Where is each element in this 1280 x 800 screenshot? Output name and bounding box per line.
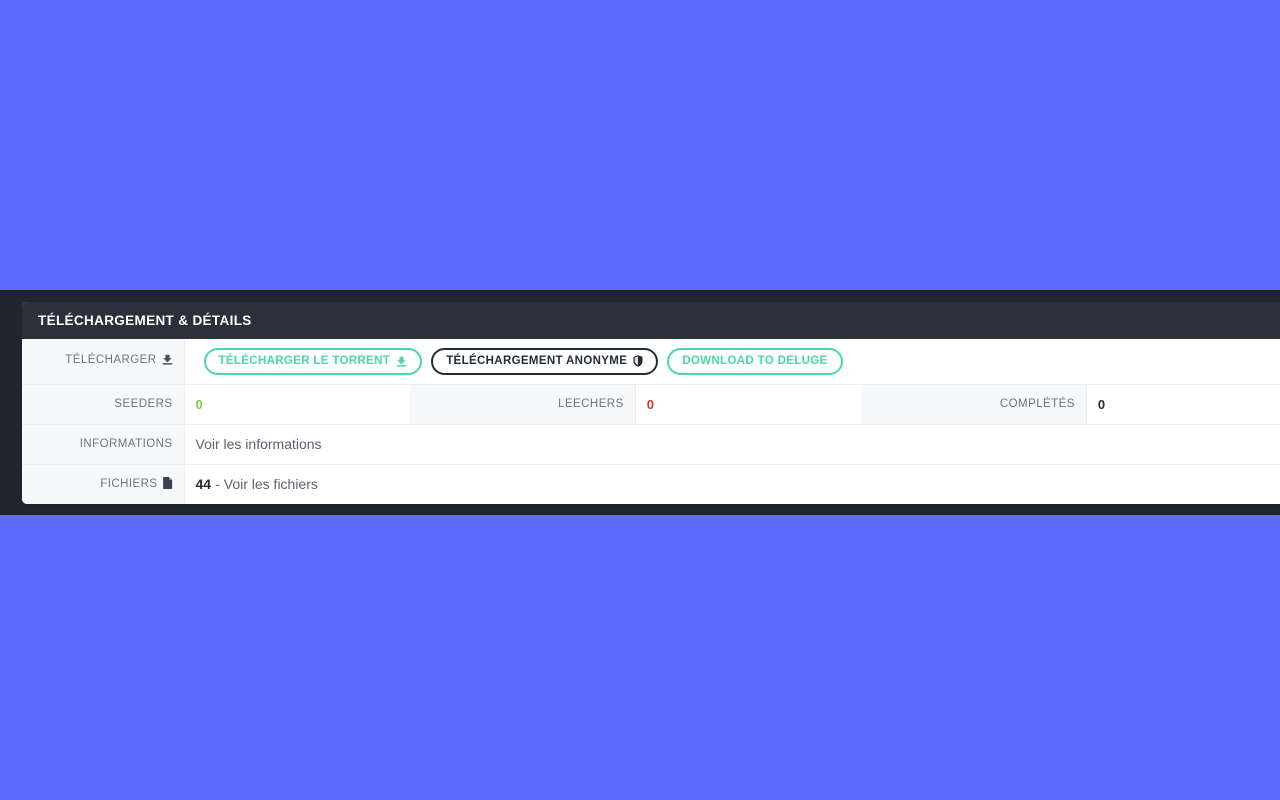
details-table: TÉLÉCHARGER TÉLÉCHARGER LE TORRENT TÉLÉC… bbox=[22, 339, 1280, 504]
table-row-informations: INFORMATIONS Voir les informations bbox=[22, 424, 1280, 464]
leechers-value: 0 bbox=[646, 397, 654, 412]
shield-icon bbox=[633, 355, 643, 367]
download-icon bbox=[396, 356, 407, 367]
download-to-deluge-button[interactable]: DOWNLOAD TO DELUGE bbox=[667, 347, 843, 375]
leechers-value-cell: 0 bbox=[635, 384, 861, 424]
row-label-informations: INFORMATIONS bbox=[22, 424, 185, 464]
download-buttons-group: TÉLÉCHARGER LE TORRENT TÉLÉCHARGEMENT AN… bbox=[196, 343, 1280, 380]
row-label-download: TÉLÉCHARGER bbox=[22, 339, 185, 384]
completed-value: 0 bbox=[1097, 397, 1106, 412]
download-buttons-cell: TÉLÉCHARGER LE TORRENT TÉLÉCHARGEMENT AN… bbox=[184, 339, 1280, 384]
download-torrent-button[interactable]: TÉLÉCHARGER LE TORRENT bbox=[203, 347, 423, 375]
download-torrent-label: TÉLÉCHARGER LE TORRENT bbox=[218, 355, 391, 368]
view-files-link[interactable]: Voir les fichiers bbox=[224, 476, 318, 492]
row-label-leechers: LEECHERS bbox=[409, 384, 636, 424]
files-value-cell: 44- Voir les fichiers bbox=[184, 464, 1280, 504]
anonymous-download-button[interactable]: TÉLÉCHARGEMENT ANONYME bbox=[431, 347, 659, 375]
row-label-completed: COMPLÉTÉS bbox=[860, 384, 1087, 424]
download-to-deluge-label: DOWNLOAD TO DELUGE bbox=[682, 355, 828, 368]
table-row-files: FICHIERS 44- Voir les fichiers bbox=[22, 464, 1280, 504]
download-icon bbox=[162, 354, 173, 368]
anonymous-download-label: TÉLÉCHARGEMENT ANONYME bbox=[446, 355, 628, 368]
row-label-files: FICHIERS bbox=[22, 464, 185, 504]
row-label-informations-text: INFORMATIONS bbox=[79, 438, 173, 450]
seeders-value-cell: 0 bbox=[184, 384, 410, 424]
download-details-panel: TÉLÉCHARGEMENT & DÉTAILS TÉLÉCHARGER TÉL… bbox=[22, 302, 1280, 504]
row-label-seeders-text: SEEDERS bbox=[114, 398, 173, 410]
row-label-seeders: SEEDERS bbox=[22, 384, 185, 424]
panel-header: TÉLÉCHARGEMENT & DÉTAILS bbox=[22, 302, 1280, 339]
view-informations-link[interactable]: Voir les informations bbox=[196, 436, 322, 452]
seeders-value: 0 bbox=[195, 397, 203, 412]
files-separator: - bbox=[215, 476, 220, 493]
table-row-stats: SEEDERS 0 LEECHERS 0 COMPLÉTÉS 0 bbox=[22, 384, 1280, 424]
table-row-download: TÉLÉCHARGER TÉLÉCHARGER LE TORRENT TÉLÉC… bbox=[22, 339, 1280, 384]
row-label-download-text: TÉLÉCHARGER bbox=[65, 354, 157, 367]
file-icon bbox=[162, 476, 173, 492]
row-label-leechers-text: LEECHERS bbox=[558, 398, 624, 410]
page-title: TÉLÉCHARGEMENT & DÉTAILS bbox=[38, 313, 252, 328]
informations-value-cell: Voir les informations bbox=[184, 424, 1280, 464]
row-label-completed-text: COMPLÉTÉS bbox=[999, 398, 1075, 410]
files-count: 44 bbox=[195, 476, 212, 493]
row-label-files-text: FICHIERS bbox=[100, 477, 158, 490]
completed-value-cell: 0 bbox=[1086, 384, 1280, 424]
